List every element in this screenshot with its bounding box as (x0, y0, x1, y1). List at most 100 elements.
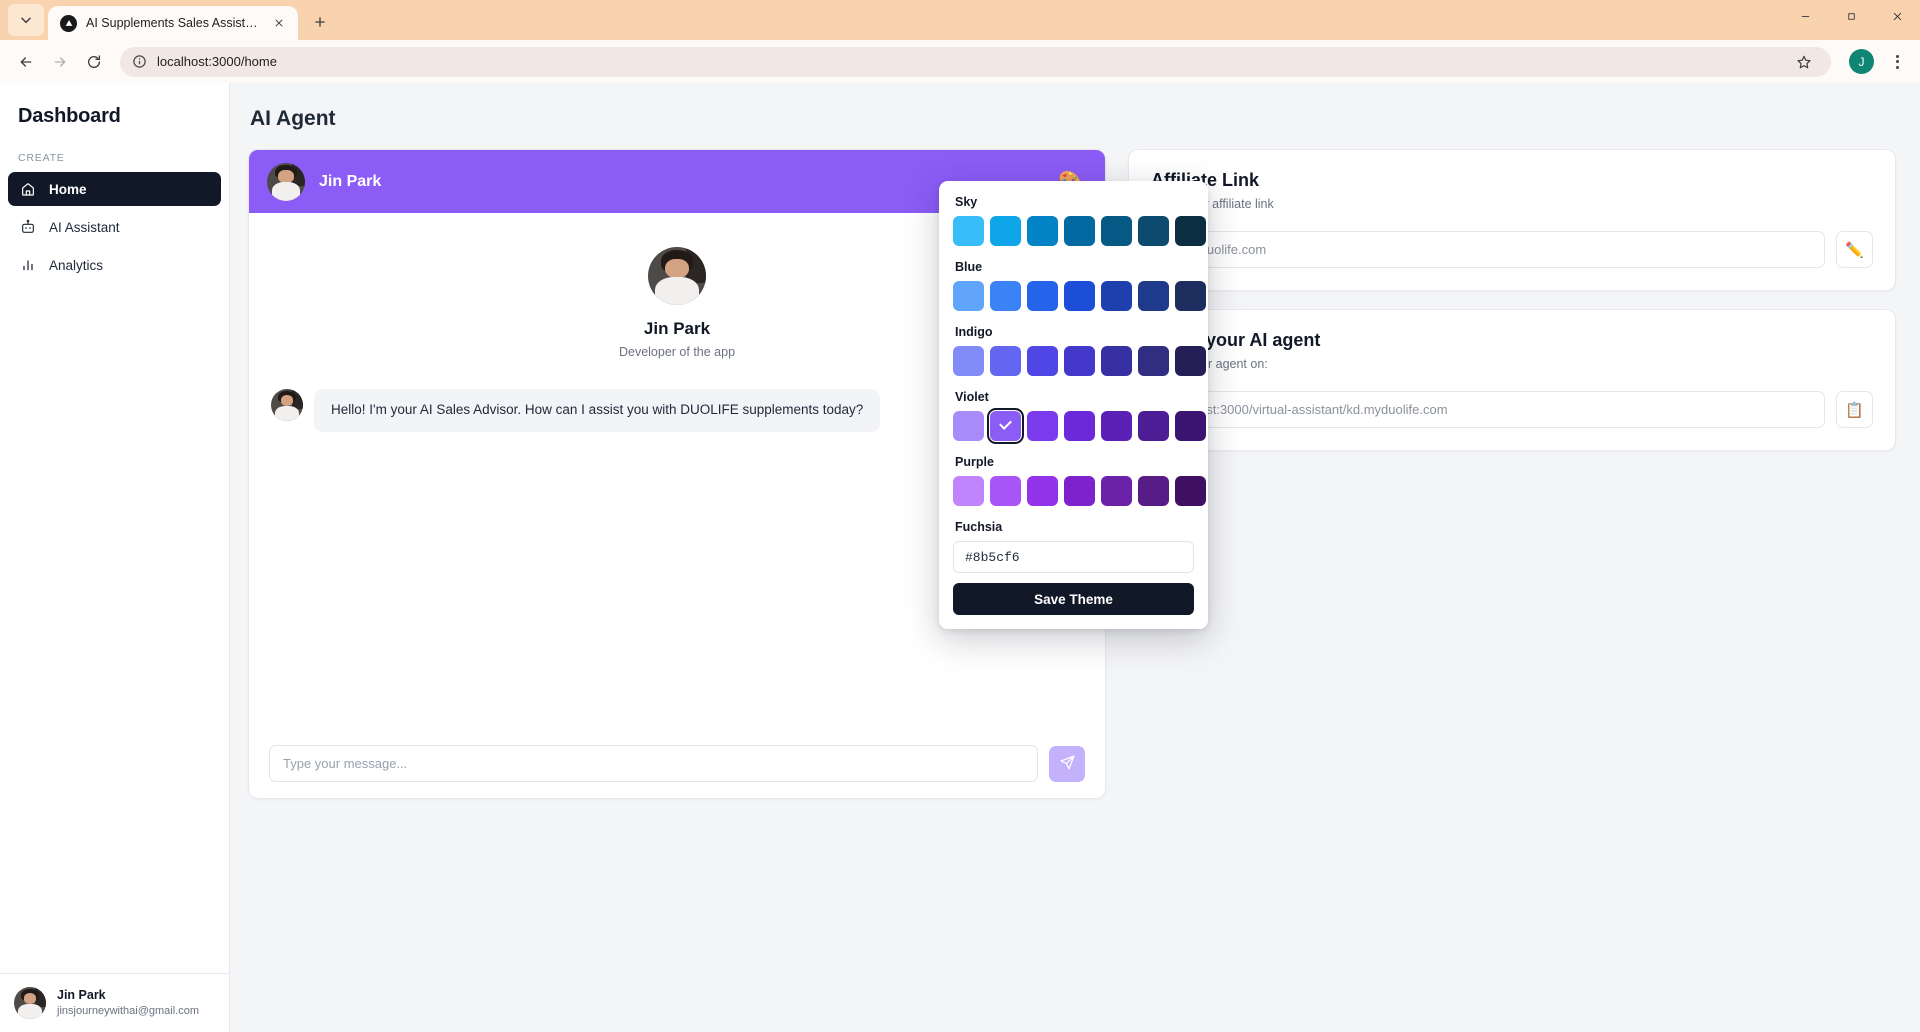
chat-hero-name: Jin Park (643, 319, 711, 338)
right-column: Affiliate Link Enter your affiliate link… (1128, 149, 1896, 1032)
picker-footer: Save Theme (939, 531, 1208, 629)
color-swatch-sky-2[interactable] (1027, 216, 1058, 246)
color-swatch-indigo-1[interactable] (990, 346, 1021, 376)
color-swatch-indigo-5[interactable] (1138, 346, 1169, 376)
affiliate-link-input[interactable]: kd.myduolife.com (1151, 231, 1825, 268)
color-swatch-purple-1[interactable] (990, 476, 1021, 506)
color-swatch-violet-4[interactable] (1101, 411, 1132, 441)
edit-affiliate-button[interactable]: ✏️ (1836, 231, 1873, 268)
sidebar-item-home[interactable]: Home (8, 172, 221, 206)
color-swatch-purple-4[interactable] (1101, 476, 1132, 506)
sidebar-item-label: Home (49, 181, 87, 197)
palette-label-blue: Blue (955, 260, 983, 274)
palette-row-violet (953, 407, 1206, 445)
color-swatch-purple-0[interactable] (953, 476, 984, 506)
palette-row-indigo (953, 346, 1206, 376)
color-swatch-purple-3[interactable] (1064, 476, 1095, 506)
address-bar[interactable]: localhost:3000/home (120, 46, 1831, 77)
sidebar-item-analytics[interactable]: Analytics (8, 248, 221, 282)
forward-button[interactable] (44, 46, 76, 78)
affiliate-link-card: Affiliate Link Enter your affiliate link… (1128, 149, 1896, 291)
clipboard-icon: 📋 (1845, 401, 1864, 419)
chat-hero-subtitle: Developer of the app (618, 345, 736, 359)
sidebar-user-email: jinsjourneywithai@gmail.com (57, 1005, 199, 1018)
hex-color-input[interactable] (953, 541, 1194, 573)
browser-tab-strip: AI Supplements Sales Assistant (0, 0, 1920, 40)
color-swatch-indigo-3[interactable] (1064, 346, 1095, 376)
chat-message-text: Hello! I'm your AI Sales Advisor. How ca… (314, 389, 881, 432)
address-bar-url: localhost:3000/home (157, 54, 277, 69)
page-title: AI Agent (250, 107, 336, 130)
browser-tab[interactable]: AI Supplements Sales Assistant (48, 6, 298, 40)
color-swatch-blue-0[interactable] (953, 281, 984, 311)
palette-label-violet: Violet (955, 390, 989, 404)
color-swatch-violet-6[interactable] (1175, 411, 1206, 441)
palette-scroll-area[interactable]: Sky Blue Indigo Violet Purple Fuchsia (939, 195, 1208, 531)
minimize-icon[interactable] (1782, 0, 1828, 32)
browser-profile-avatar[interactable]: J (1849, 49, 1874, 74)
message-input[interactable] (269, 745, 1038, 782)
color-swatch-sky-0[interactable] (953, 216, 984, 246)
color-swatch-violet-0[interactable] (953, 411, 984, 441)
color-swatch-indigo-6[interactable] (1175, 346, 1206, 376)
window-controls (1782, 0, 1920, 32)
reload-button[interactable] (78, 46, 110, 78)
color-swatch-blue-3[interactable] (1064, 281, 1095, 311)
sidebar-nav: Home AI Assistant Analytics (0, 172, 229, 282)
close-window-icon[interactable] (1874, 0, 1920, 32)
color-swatch-purple-2[interactable] (1027, 476, 1058, 506)
share-link-input[interactable]: localhost:3000/virtual-assistant/kd.mydu… (1151, 391, 1825, 428)
copy-link-button[interactable]: 📋 (1836, 391, 1873, 428)
pencil-icon: ✏️ (1845, 241, 1864, 259)
palette-label-sky: Sky (955, 195, 978, 209)
color-swatch-sky-5[interactable] (1138, 216, 1169, 246)
home-icon (20, 181, 36, 197)
color-swatch-blue-4[interactable] (1101, 281, 1132, 311)
sidebar-item-ai-assistant[interactable]: AI Assistant (8, 210, 221, 244)
color-swatch-purple-6[interactable] (1175, 476, 1206, 506)
color-swatch-blue-5[interactable] (1138, 281, 1169, 311)
palette-row-blue (953, 281, 1206, 311)
color-swatch-violet-2[interactable] (1027, 411, 1058, 441)
site-info-icon[interactable] (132, 54, 147, 69)
affiliate-card-title: Affiliate Link (1151, 170, 1260, 190)
palette-label-purple: Purple (955, 455, 994, 469)
color-swatch-blue-1[interactable] (990, 281, 1021, 311)
color-swatch-sky-3[interactable] (1064, 216, 1095, 246)
sidebar-section-label: CREATE (18, 152, 65, 164)
color-swatch-sky-1[interactable] (990, 216, 1021, 246)
browser-tab-title: AI Supplements Sales Assistant (86, 16, 261, 30)
robot-icon (20, 219, 36, 235)
color-picker-popover: Sky Blue Indigo Violet Purple Fuchsia Save Th… (939, 181, 1208, 629)
color-swatch-purple-5[interactable] (1138, 476, 1169, 506)
new-tab-button[interactable] (306, 8, 334, 36)
color-swatch-violet-5[interactable] (1138, 411, 1169, 441)
sidebar-title: Dashboard (18, 105, 121, 127)
color-swatch-blue-6[interactable] (1175, 281, 1206, 311)
back-button[interactable] (10, 46, 42, 78)
color-swatch-violet-1[interactable] (986, 407, 1025, 445)
sidebar-item-label: Analytics (49, 257, 104, 273)
close-icon[interactable] (270, 14, 288, 32)
share-card-title: Share your AI agent (1151, 330, 1321, 350)
color-swatch-violet-3[interactable] (1064, 411, 1095, 441)
send-button[interactable] (1049, 745, 1085, 782)
save-theme-button[interactable]: Save Theme (953, 583, 1194, 615)
bookmark-star-icon[interactable] (1789, 47, 1819, 77)
maximize-icon[interactable] (1828, 0, 1874, 32)
triangle-logo-icon (60, 14, 77, 32)
affiliate-card-subtitle: Enter your affiliate link (1151, 197, 1274, 211)
tab-search-button[interactable] (8, 4, 44, 36)
color-swatch-sky-6[interactable] (1175, 216, 1206, 246)
color-swatch-sky-4[interactable] (1101, 216, 1132, 246)
color-swatch-indigo-2[interactable] (1027, 346, 1058, 376)
browser-menu-icon[interactable] (1884, 49, 1910, 75)
palette-label-indigo: Indigo (955, 325, 993, 339)
sidebar-user-profile[interactable]: Jin Park jinsjourneywithai@gmail.com (0, 973, 229, 1032)
color-swatch-indigo-4[interactable] (1101, 346, 1132, 376)
share-card-subtitle: Share your agent on: (1151, 357, 1268, 371)
color-swatch-indigo-0[interactable] (953, 346, 984, 376)
avatar (267, 162, 305, 201)
color-swatch-blue-2[interactable] (1027, 281, 1058, 311)
